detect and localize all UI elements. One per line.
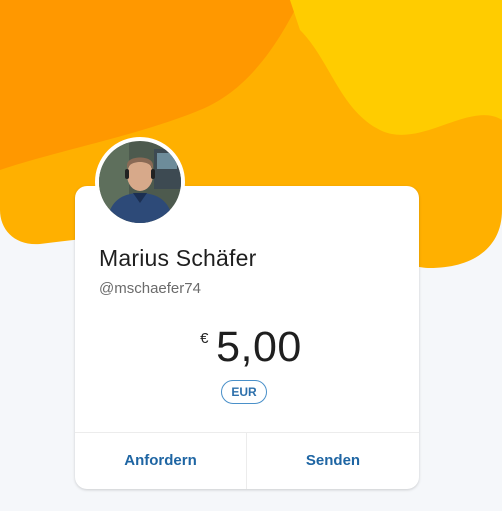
avatar [95, 137, 185, 227]
profile-photo [99, 141, 181, 223]
profile-handle: @mschaefer74 [99, 280, 201, 297]
amount-value: 5,00 [216, 323, 302, 371]
request-button[interactable]: Anfordern [75, 433, 246, 489]
send-button[interactable]: Senden [247, 433, 419, 489]
amount-display: € 5,00 [0, 322, 502, 372]
profile-name: Marius Schäfer [99, 245, 257, 271]
currency-symbol: € [200, 330, 209, 347]
currency-badge[interactable]: EUR [221, 380, 267, 404]
